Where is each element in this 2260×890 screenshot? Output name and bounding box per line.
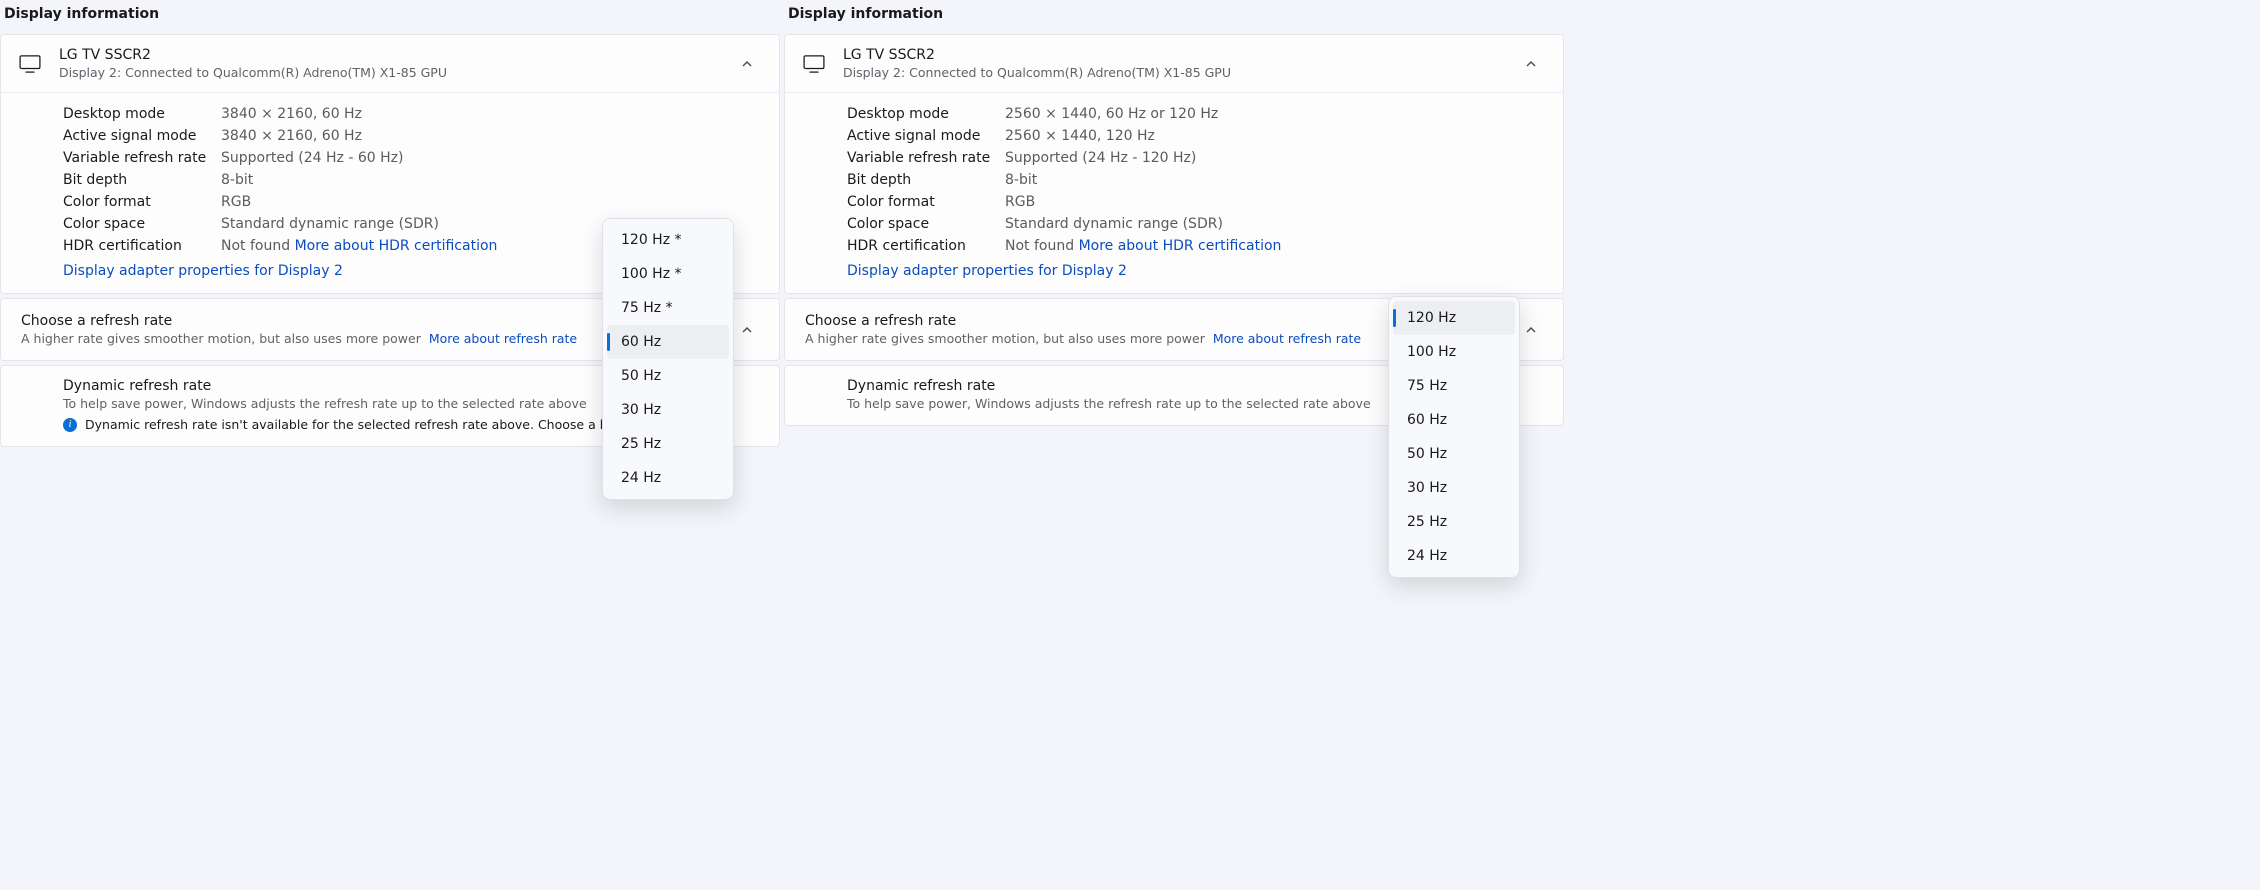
display-header[interactable]: LG TV SSCR2 Display 2: Connected to Qual… — [785, 35, 1563, 93]
refresh-rate-dropdown[interactable]: 120 Hz100 Hz75 Hz60 Hz50 Hz30 Hz25 Hz24 … — [1388, 296, 1520, 578]
refresh-rate-option[interactable]: 75 Hz * — [607, 291, 729, 325]
refresh-link[interactable]: More about refresh rate — [1213, 331, 1361, 346]
prop-value: Standard dynamic range (SDR) — [1005, 216, 1223, 232]
refresh-rate-option[interactable]: 100 Hz * — [607, 257, 729, 291]
refresh-rate-option[interactable]: 24 Hz — [1393, 539, 1515, 573]
hdr-link[interactable]: More about HDR certification — [295, 238, 498, 254]
chevron-up-icon[interactable] — [733, 316, 761, 344]
prop-label: Color space — [63, 216, 221, 232]
prop-label: Desktop mode — [63, 106, 221, 122]
refresh-rate-option[interactable]: 120 Hz * — [607, 223, 729, 257]
prop-label: Variable refresh rate — [847, 150, 1005, 166]
display-name: LG TV SSCR2 — [59, 47, 715, 63]
refresh-rate-option[interactable]: 24 Hz — [607, 461, 729, 495]
prop-value: Standard dynamic range (SDR) — [221, 216, 439, 232]
info-text: Dynamic refresh rate isn't available for… — [85, 417, 673, 432]
prop-label: Bit depth — [847, 172, 1005, 188]
refresh-rate-option[interactable]: 25 Hz — [607, 427, 729, 461]
chevron-up-icon[interactable] — [733, 50, 761, 78]
display-properties: Desktop mode2560 × 1440, 60 Hz or 120 Hz… — [785, 93, 1563, 293]
prop-value: 2560 × 1440, 60 Hz or 120 Hz — [1005, 106, 1218, 122]
prop-value: 3840 × 2160, 60 Hz — [221, 128, 362, 144]
prop-label: HDR certification — [63, 238, 221, 254]
prop-label: Bit depth — [63, 172, 221, 188]
refresh-rate-option[interactable]: 120 Hz — [1393, 301, 1515, 335]
refresh-rate-dropdown[interactable]: 120 Hz *100 Hz *75 Hz *60 Hz50 Hz30 Hz25… — [602, 218, 734, 500]
adapter-properties-link[interactable]: Display adapter properties for Display 2 — [847, 257, 1127, 289]
prop-value: Not found More about HDR certification — [221, 238, 497, 254]
display-info-card: LG TV SSCR2 Display 2: Connected to Qual… — [784, 34, 1564, 294]
display-header[interactable]: LG TV SSCR2 Display 2: Connected to Qual… — [1, 35, 779, 93]
prop-value: Supported (24 Hz - 60 Hz) — [221, 150, 403, 166]
chevron-up-icon[interactable] — [1517, 50, 1545, 78]
prop-value: 3840 × 2160, 60 Hz — [221, 106, 362, 122]
prop-label: Color format — [63, 194, 221, 210]
prop-label: Variable refresh rate — [63, 150, 221, 166]
prop-label: Desktop mode — [847, 106, 1005, 122]
monitor-icon — [803, 55, 825, 73]
display-name: LG TV SSCR2 — [843, 47, 1499, 63]
hdr-link[interactable]: More about HDR certification — [1079, 238, 1282, 254]
display-subtitle: Display 2: Connected to Qualcomm(R) Adre… — [843, 65, 1499, 80]
refresh-rate-option[interactable]: 60 Hz — [1393, 403, 1515, 437]
refresh-rate-option[interactable]: 50 Hz — [607, 359, 729, 393]
prop-value: RGB — [221, 194, 251, 210]
prop-value: Supported (24 Hz - 120 Hz) — [1005, 150, 1196, 166]
prop-label: Color format — [847, 194, 1005, 210]
prop-value: 8-bit — [221, 172, 253, 188]
prop-label: Active signal mode — [63, 128, 221, 144]
refresh-rate-option[interactable]: 75 Hz — [1393, 369, 1515, 403]
refresh-rate-option[interactable]: 25 Hz — [1393, 505, 1515, 539]
prop-value: 8-bit — [1005, 172, 1037, 188]
section-title: Display information — [0, 0, 780, 34]
monitor-icon — [19, 55, 41, 73]
prop-label: Active signal mode — [847, 128, 1005, 144]
prop-label: Color space — [847, 216, 1005, 232]
prop-value: 2560 × 1440, 120 Hz — [1005, 128, 1155, 144]
section-title: Display information — [784, 0, 1564, 34]
prop-label: HDR certification — [847, 238, 1005, 254]
refresh-rate-option[interactable]: 30 Hz — [1393, 471, 1515, 505]
refresh-rate-option[interactable]: 60 Hz — [607, 325, 729, 359]
prop-value: RGB — [1005, 194, 1035, 210]
info-icon: i — [63, 418, 77, 432]
refresh-rate-option[interactable]: 50 Hz — [1393, 437, 1515, 471]
adapter-properties-link[interactable]: Display adapter properties for Display 2 — [63, 257, 343, 289]
prop-value: Not found More about HDR certification — [1005, 238, 1281, 254]
refresh-link[interactable]: More about refresh rate — [429, 331, 577, 346]
chevron-up-icon[interactable] — [1517, 316, 1545, 344]
refresh-rate-option[interactable]: 100 Hz — [1393, 335, 1515, 369]
refresh-rate-option[interactable]: 30 Hz — [607, 393, 729, 427]
display-subtitle: Display 2: Connected to Qualcomm(R) Adre… — [59, 65, 715, 80]
